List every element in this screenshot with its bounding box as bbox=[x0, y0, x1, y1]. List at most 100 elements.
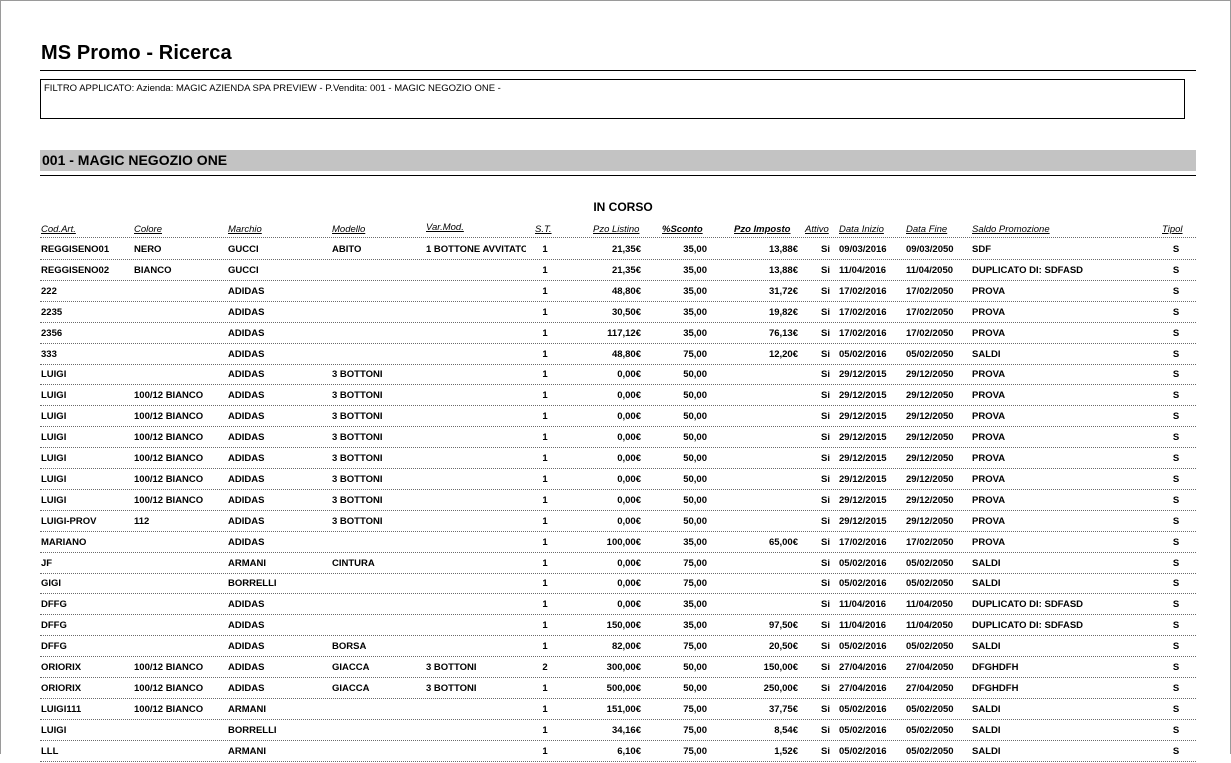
cell-colore: NERO bbox=[134, 244, 162, 255]
store-divider bbox=[40, 175, 1196, 176]
cell-cod-art: LUIGI bbox=[41, 494, 67, 506]
cell-sconto: 35,00 bbox=[683, 536, 707, 548]
cell-data-fine: 17/02/2050 bbox=[906, 327, 954, 339]
cell-marchio: ADIDAS bbox=[228, 285, 265, 297]
cell-var-mod: 3 BOTTONI bbox=[426, 662, 477, 673]
cell-data-inizio: 29/12/2015 bbox=[839, 432, 887, 444]
cell-data-inizio: 29/12/2015 bbox=[839, 411, 887, 423]
cell-saldo-promozione: PROVA bbox=[972, 453, 1006, 464]
cell-saldo-promozione: SDF bbox=[972, 244, 991, 255]
cell-marchio: GUCCI bbox=[228, 244, 259, 255]
cell-var-mod: 1 BOTTONE AVVITATO bbox=[426, 244, 526, 255]
cell-cod-art: LUIGI bbox=[41, 473, 67, 485]
cell-sconto: 75,00 bbox=[683, 745, 707, 757]
cell-sconto: 75,00 bbox=[683, 578, 707, 590]
cell-st: 1 bbox=[542, 745, 548, 757]
cell-saldo-promozione: PROVA bbox=[972, 473, 1006, 485]
cell-tipol: S bbox=[1172, 599, 1180, 611]
table-row: LUIGI 100/12 BIANCO ADIDAS 3 BOTTONI 1 0,00€ 5… bbox=[0, 428, 1231, 449]
cell-sconto: 50,00 bbox=[683, 432, 707, 444]
cell-sconto: 50,00 bbox=[683, 369, 707, 381]
cell-modello: 3 BOTTONI bbox=[332, 515, 383, 527]
cell-saldo-promozione: PROVA bbox=[972, 494, 1006, 506]
row-separator bbox=[40, 468, 1196, 469]
cell-pzo-listino: 30,50€ bbox=[611, 306, 641, 318]
cell-sconto: 50,00 bbox=[683, 411, 707, 423]
cell-data-inizio: 05/02/2016 bbox=[839, 724, 887, 736]
cell-marchio: ADIDAS bbox=[228, 453, 265, 464]
cell-data-inizio: 17/02/2016 bbox=[839, 306, 887, 318]
cell-data-fine: 05/02/2050 bbox=[906, 578, 954, 590]
cell-pzo-listino: 0,00€ bbox=[617, 390, 641, 402]
row-separator bbox=[40, 300, 1196, 302]
cell-attivo: Si bbox=[821, 369, 830, 381]
cell-sconto: 35,00 bbox=[683, 327, 707, 339]
row-separator bbox=[40, 488, 1196, 490]
cell-modello: GIACCA bbox=[332, 662, 370, 673]
cell-pzo-listino: 48,80€ bbox=[611, 348, 641, 360]
section-title: IN CORSO bbox=[593, 200, 653, 214]
cell-modello: BORSA bbox=[332, 641, 367, 653]
cell-st: 1 bbox=[542, 348, 548, 360]
cell-pzo-imposto: 150,00€ bbox=[763, 662, 798, 673]
row-separator bbox=[40, 697, 1196, 699]
cell-sconto: 35,00 bbox=[683, 244, 707, 255]
cell-data-fine: 27/04/2050 bbox=[906, 662, 954, 673]
header-colore: Colore bbox=[134, 224, 162, 235]
table-row: MARIANO ADIDAS 1 100,00€ 35,00 65,00€ Si 17/02/… bbox=[0, 533, 1231, 554]
cell-data-inizio: 29/12/2015 bbox=[839, 453, 887, 464]
cell-pzo-listino: 21,35€ bbox=[611, 244, 641, 255]
cell-data-inizio: 11/04/2016 bbox=[839, 620, 887, 632]
cell-data-fine: 29/12/2050 bbox=[906, 494, 954, 506]
table-row: LUIGI ADIDAS 3 BOTTONI 1 0,00€ 50,00 Si 29/12/2… bbox=[0, 365, 1231, 386]
cell-saldo-promozione: SALDI bbox=[972, 557, 1001, 569]
cell-colore: 100/12 BIANCO bbox=[134, 432, 204, 444]
cell-cod-art: 222 bbox=[41, 285, 57, 297]
cell-saldo-promozione: SALDI bbox=[972, 641, 1001, 653]
cell-data-fine: 17/02/2050 bbox=[906, 285, 954, 297]
cell-modello: 3 BOTTONI bbox=[332, 494, 383, 506]
filter-box: FILTRO APPLICATO: Azienda: MAGIC AZIENDA… bbox=[40, 79, 1185, 119]
cell-attivo: Si bbox=[821, 745, 830, 757]
cell-saldo-promozione: PROVA bbox=[972, 411, 1006, 423]
cell-saldo-promozione: PROVA bbox=[972, 515, 1006, 527]
cell-pzo-listino: 500,00€ bbox=[606, 682, 641, 694]
row-separator bbox=[40, 384, 1196, 386]
cell-data-fine: 29/12/2050 bbox=[906, 369, 954, 381]
table-row: REGGISENO01 NERO GUCCI ABITO 1 BOTTONE AVVIT… bbox=[0, 240, 1231, 261]
cell-saldo-promozione: PROVA bbox=[972, 369, 1006, 381]
cell-st: 1 bbox=[542, 620, 548, 632]
cell-pzo-imposto: 8,54€ bbox=[774, 724, 798, 736]
cell-cod-art: REGGISENO01 bbox=[41, 244, 110, 255]
cell-data-fine: 05/02/2050 bbox=[906, 745, 954, 757]
cell-tipol: S bbox=[1172, 306, 1180, 318]
cell-colore: 112 bbox=[134, 515, 150, 527]
table-row: DFFG ADIDAS 1 0,00€ 35,00 Si 11/04/2016 11/04/2… bbox=[0, 595, 1231, 616]
cell-tipol: S bbox=[1172, 620, 1180, 632]
cell-data-inizio: 27/04/2016 bbox=[839, 682, 887, 694]
cell-marchio: ADIDAS bbox=[228, 515, 265, 527]
cell-st: 1 bbox=[542, 578, 548, 590]
cell-cod-art: LUIGI-PROV bbox=[41, 515, 97, 527]
cell-marchio: ARMANI bbox=[228, 745, 266, 757]
cell-tipol: S bbox=[1172, 390, 1180, 402]
cell-modello: 3 BOTTONI bbox=[332, 432, 383, 444]
cell-tipol: S bbox=[1172, 264, 1180, 276]
cell-pzo-imposto: 19,82€ bbox=[768, 306, 798, 318]
cell-marchio: ADIDAS bbox=[228, 432, 265, 444]
header-cod-art: Cod.Art. bbox=[41, 224, 76, 235]
cell-pzo-listino: 100,00€ bbox=[606, 536, 641, 548]
cell-tipol: S bbox=[1172, 682, 1180, 694]
cell-data-inizio: 11/04/2016 bbox=[839, 264, 887, 276]
cell-pzo-listino: 82,00€ bbox=[611, 641, 641, 653]
cell-tipol: S bbox=[1172, 432, 1180, 444]
cell-cod-art: 2356 bbox=[41, 327, 63, 339]
row-separator bbox=[40, 635, 1196, 637]
cell-st: 1 bbox=[542, 306, 548, 318]
cell-saldo-promozione: DFGHDFH bbox=[972, 682, 1019, 694]
cell-colore: 100/12 BIANCO bbox=[134, 453, 204, 464]
cell-data-fine: 29/12/2050 bbox=[906, 515, 954, 527]
cell-tipol: S bbox=[1172, 641, 1180, 653]
row-separator bbox=[40, 572, 1196, 574]
cell-attivo: Si bbox=[821, 285, 830, 297]
